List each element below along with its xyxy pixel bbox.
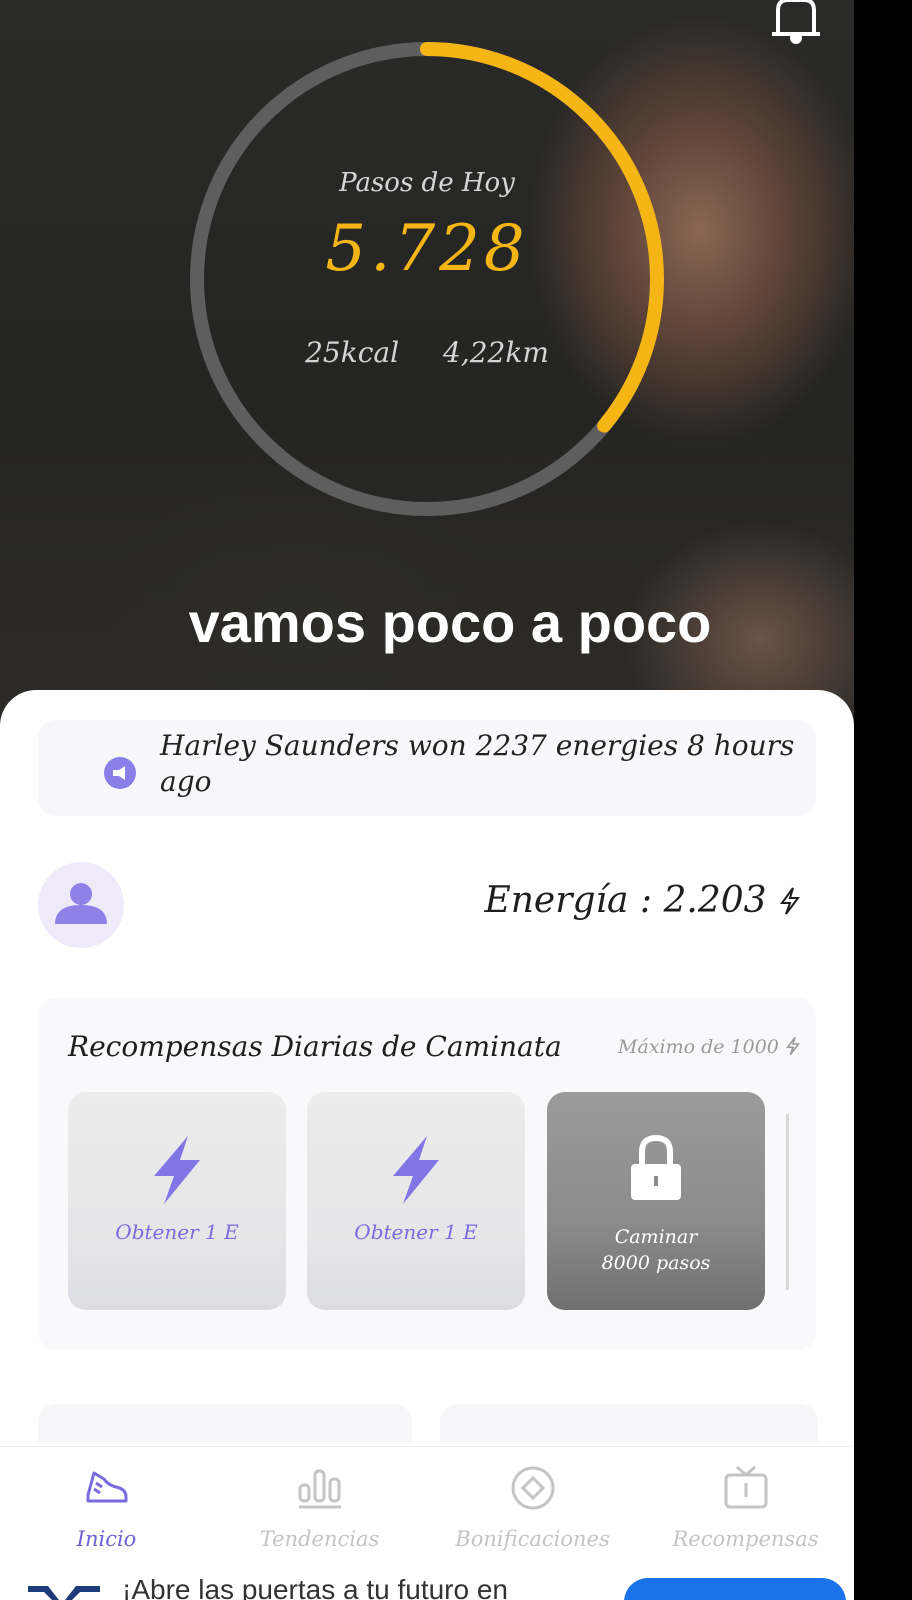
reward-card-label: Caminar 8000 pasos [547,1224,765,1276]
lightning-icon [393,1136,439,1204]
rewards-max-label: Máximo de 1000 [618,1036,779,1058]
bar-chart-icon [298,1469,341,1509]
lightning-icon [154,1136,200,1204]
target-icon [511,1466,555,1510]
sneaker-icon [86,1471,128,1503]
motto-text: vamos poco a poco [188,591,712,654]
ad-text: ¡Abre las puertas a tu futuro en [122,1574,508,1600]
rewards-title: Recompensas Diarias de Caminata [68,1030,562,1063]
nav-item-inicio[interactable]: Inicio [0,1447,213,1567]
ticker-message: Harley Saunders won 2237 energies 8 hour… [160,729,795,798]
feature-card-peek-left[interactable] [38,1404,412,1444]
reward-card-label-line2: 8000 pasos [601,1252,711,1274]
megaphone-icon [104,757,136,789]
app-screen: Pasos de Hoy 5.728 25kcal 4,22km vamos p… [0,0,854,1600]
bottom-nav: Inicio Tendencias Bonificaciones Recompe… [0,1446,854,1566]
nav-label: Bonificaciones [455,1527,610,1551]
calories-value: 25kcal [305,336,400,369]
nav-label: Recompensas [672,1527,819,1551]
ad-logo-icon [28,1586,100,1600]
nav-item-bonificaciones[interactable]: Bonificaciones [426,1447,639,1567]
user-icon [55,883,107,924]
nav-label: Tendencias [259,1527,380,1551]
ad-cta-button[interactable] [624,1578,846,1600]
reward-card-label: Obtener 1 E [115,1220,239,1244]
lightning-outline-icon [780,887,800,915]
reward-card-label: Obtener 1 E [354,1220,478,1244]
ad-banner[interactable]: ¡Abre las puertas a tu futuro en [0,1566,854,1600]
bell-icon[interactable] [770,0,822,44]
reward-card-3[interactable]: Caminar 8000 pasos [547,1092,765,1310]
avatar[interactable] [38,862,124,948]
steps-count: 5.728 [325,212,529,286]
lightning-outline-icon [786,1036,800,1056]
next-card-edge [786,1114,789,1290]
energy-label: Energía : 2.203 [484,880,767,921]
reward-card-1[interactable]: Obtener 1 E [68,1092,286,1310]
steps-title: Pasos de Hoy [339,168,515,198]
tv-icon [724,1465,768,1509]
distance-value: 4,22km [443,336,549,369]
lock-icon [631,1134,681,1200]
energy-balance: Energía : 2.203 [484,880,802,921]
reward-card-2[interactable]: Obtener 1 E [307,1092,525,1310]
feature-card-peek-right[interactable] [440,1404,818,1444]
rewards-max: Máximo de 1000 [618,1036,801,1058]
stats-row: 25kcal 4,22km [180,336,674,369]
reward-card-label-line1: Caminar [614,1226,698,1248]
nav-item-recompensas[interactable]: Recompensas [639,1447,852,1567]
nav-label: Inicio [76,1527,137,1551]
nav-item-tendencias[interactable]: Tendencias [213,1447,426,1567]
